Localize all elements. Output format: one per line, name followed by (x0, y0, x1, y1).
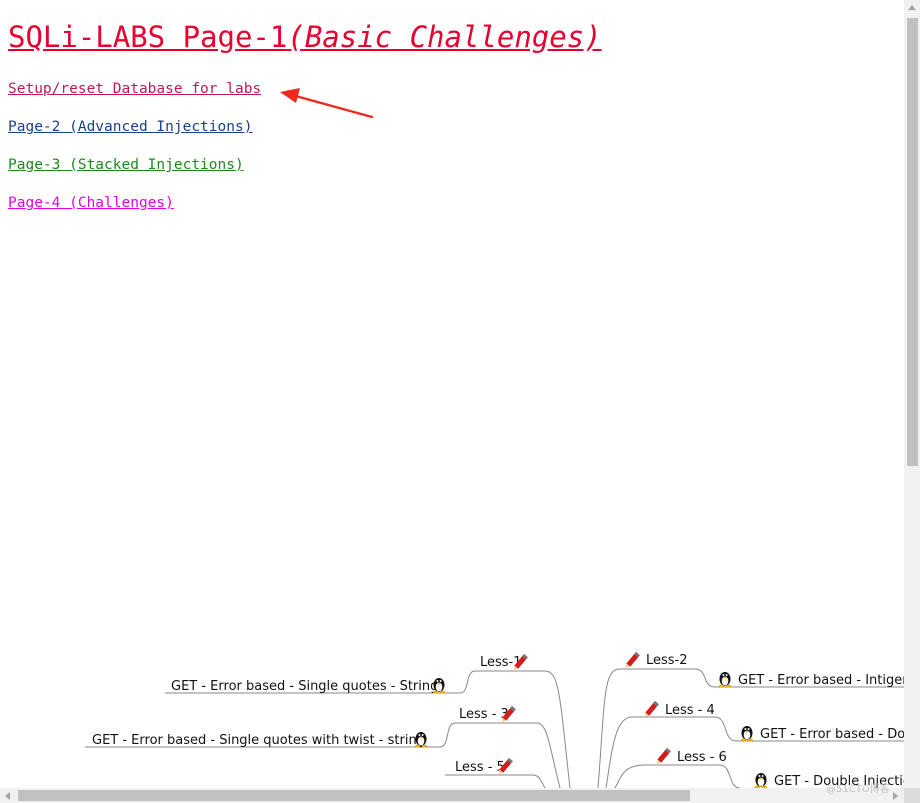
mindmap-node-desc-1: GET - Error based - Single quotes - Stri… (171, 679, 438, 694)
vertical-scrollbar[interactable] (904, 0, 920, 788)
horizontal-scroll-thumb[interactable] (18, 790, 690, 801)
pencil-icon (644, 701, 659, 718)
horizontal-scrollbar[interactable] (0, 788, 904, 803)
page-title: SQLi-LABS Page-1(Basic Challenges) (8, 20, 602, 54)
annotation-arrow (280, 88, 374, 119)
mindmap-connector (614, 764, 741, 788)
page-3-link[interactable]: Page-3 (Stacked Injections) (8, 157, 244, 173)
mindmap-diagram: Less-1 GET - Error based - Single quotes… (85, 652, 904, 788)
mindmap-connector (445, 774, 546, 788)
linux-penguin-icon (718, 672, 732, 688)
linux-penguin-icon (740, 726, 754, 742)
mindmap-node-less-2: Less-2 (646, 653, 688, 668)
watermark: @51CTO博客 (826, 784, 890, 795)
linux-penguin-icon (754, 773, 768, 788)
scroll-right-arrow-icon[interactable] (893, 792, 898, 800)
mindmap-node-desc-2: GET - Error based - Intiger (738, 673, 904, 688)
mindmap-node-less-3: Less - 3 (459, 707, 509, 722)
mindmap-node-less-5: Less - 5 (455, 760, 505, 775)
page-2-link[interactable]: Page-2 (Advanced Injections) (8, 119, 252, 135)
mindmap-node-desc-3: GET - Error based - Single quotes with t… (92, 733, 425, 748)
pencil-icon (625, 652, 640, 669)
title-main: SQLi-LABS Page-1 (8, 20, 288, 54)
vertical-scroll-thumb[interactable] (907, 18, 918, 466)
page-viewport: SQLi-LABS Page-1(Basic Challenges) Setup… (0, 0, 904, 788)
mindmap-node-desc-4: GET - Error based - Dou (760, 727, 904, 742)
scroll-up-arrow-icon[interactable] (908, 5, 916, 10)
scrollbar-corner (904, 788, 920, 803)
mindmap-node-less-6: Less - 6 (677, 750, 727, 765)
setup-database-link[interactable]: Setup/reset Database for labs (8, 81, 261, 97)
page-4-link[interactable]: Page-4 (Challenges) (8, 195, 174, 211)
scroll-left-arrow-icon[interactable] (5, 792, 10, 800)
mindmap-node-less-4: Less - 4 (665, 703, 715, 718)
title-sub: (Basic Challenges) (287, 20, 602, 54)
pencil-icon (656, 748, 671, 765)
